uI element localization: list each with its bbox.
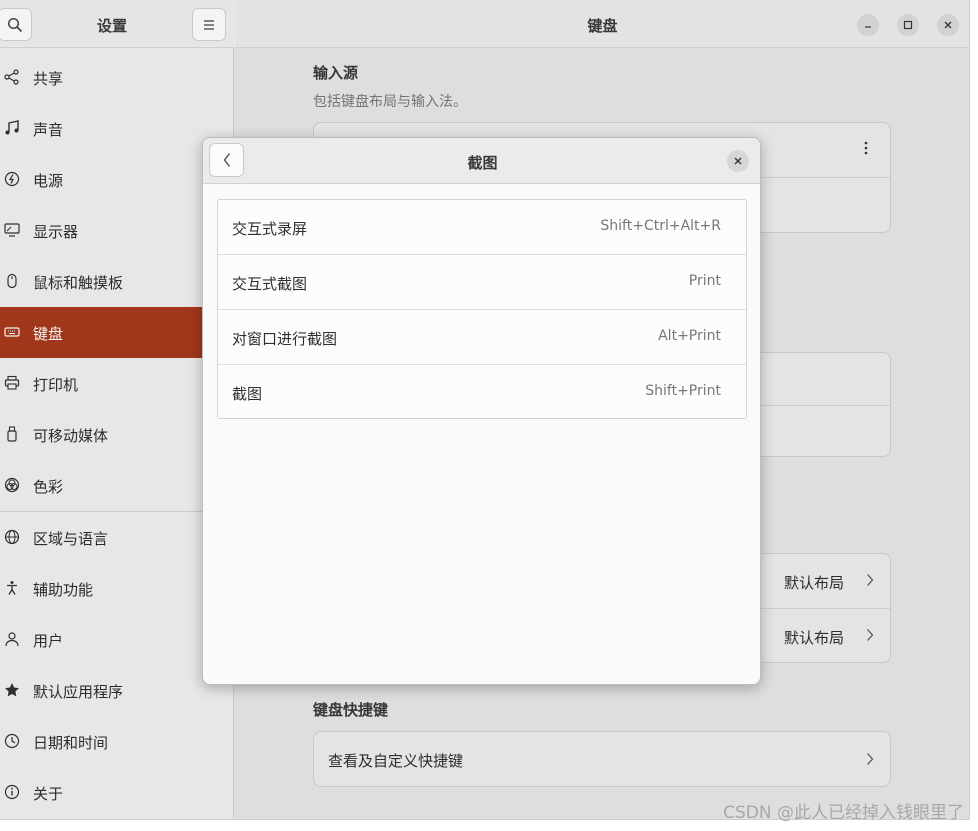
dialog-header: 截图 — [203, 138, 760, 184]
shortcut-row[interactable]: 交互式截图 Print — [218, 255, 746, 310]
maximize-button[interactable] — [897, 14, 919, 36]
minimize-icon — [865, 26, 871, 28]
shortcut-list: 交互式录屏 Shift+Ctrl+Alt+R 交互式截图 Print 对窗口进行… — [217, 199, 747, 419]
main-header: 键盘 — [235, 0, 969, 48]
hamburger-icon — [204, 19, 214, 30]
shortcut-name: 截图 — [232, 385, 263, 403]
minimize-button[interactable] — [857, 14, 879, 36]
shortcut-keys: Shift+Ctrl+Alt+R — [600, 218, 721, 234]
screenshot-shortcuts-dialog: 截图 交互式录屏 Shift+Ctrl+Alt+R 交互式截图 Print 对窗… — [202, 137, 761, 685]
watermark: CSDN @此人已经掉入钱眼里了 — [723, 803, 964, 823]
shortcut-keys: Print — [688, 273, 721, 289]
shortcut-name: 交互式录屏 — [232, 220, 308, 238]
close-icon — [944, 21, 952, 29]
menu-button[interactable] — [192, 8, 226, 41]
shortcut-row[interactable]: 交互式录屏 Shift+Ctrl+Alt+R — [218, 200, 746, 255]
shortcut-name: 交互式截图 — [232, 275, 308, 293]
sidebar-title: 设置 — [96, 17, 127, 35]
close-window-button[interactable] — [937, 14, 959, 36]
shortcut-row[interactable]: 截图 Shift+Print — [218, 365, 746, 420]
sidebar-header: 设置 — [0, 0, 234, 48]
shortcut-keys: Shift+Print — [645, 383, 721, 399]
shortcut-keys: Alt+Print — [658, 328, 721, 344]
shortcut-name: 对窗口进行截图 — [232, 330, 338, 348]
close-icon — [734, 157, 742, 165]
shortcut-row[interactable]: 对窗口进行截图 Alt+Print — [218, 310, 746, 365]
dialog-close-button[interactable] — [727, 150, 749, 172]
maximize-icon — [903, 20, 913, 30]
dialog-title: 截图 — [467, 154, 498, 172]
